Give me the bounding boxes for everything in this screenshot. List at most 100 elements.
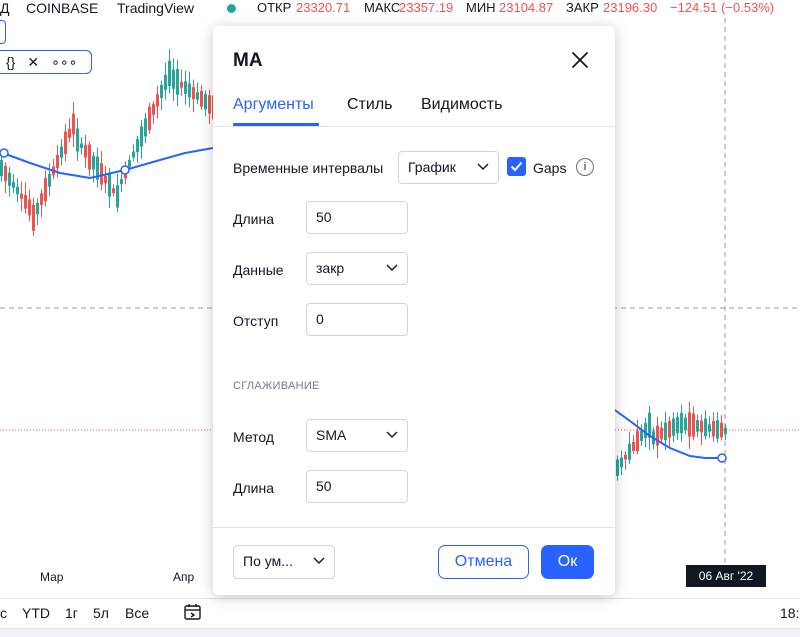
exchange-label[interactable]: COINBASE: [26, 0, 98, 16]
candle: [684, 417, 687, 430]
close-label: ЗАКР: [566, 0, 599, 15]
tab-arguments[interactable]: Аргументы: [233, 96, 314, 114]
clock-partial[interactable]: 18:: [780, 605, 799, 621]
candle: [20, 193, 23, 199]
source-select[interactable]: закр: [306, 252, 408, 285]
candle: [640, 430, 643, 441]
interval-label[interactable]: Д: [0, 0, 9, 16]
platform-label: TradingView: [117, 0, 195, 16]
candle: [656, 425, 659, 446]
candle: [72, 113, 75, 135]
timeframe-select[interactable]: График: [398, 151, 499, 184]
candle: [64, 131, 67, 154]
candle: [8, 172, 11, 186]
smooth-length-input[interactable]: 50: [306, 470, 408, 503]
candle: [120, 179, 123, 185]
ok-button[interactable]: Ок: [541, 545, 594, 579]
candle: [164, 74, 167, 90]
candle: [700, 420, 703, 433]
symbol-header: Д COINBASE TradingView ОТКР 23320.71 МАК…: [0, 0, 800, 18]
bottom-panel-strip: [0, 628, 800, 637]
method-select[interactable]: SMA: [306, 419, 408, 452]
candle: [716, 420, 719, 439]
ma-anchor-handle-mid[interactable]: [120, 165, 130, 175]
candle: [696, 420, 699, 432]
ma-line-left: [0, 147, 214, 180]
candle: [208, 95, 211, 114]
candle: [624, 454, 627, 460]
candle: [132, 151, 135, 158]
candle: [28, 199, 31, 216]
candle: [56, 155, 59, 169]
candle: [724, 427, 727, 434]
ma-anchor-handle-right[interactable]: [717, 453, 727, 463]
cancel-button[interactable]: Отмена: [438, 545, 529, 579]
low-label: МИН: [466, 0, 496, 15]
candle: [720, 422, 723, 438]
candle: [636, 431, 639, 452]
candle: [128, 160, 131, 168]
method-label: Метод: [233, 429, 275, 445]
change-value: −124.51 (−0.53%): [670, 0, 775, 15]
info-icon[interactable]: i: [576, 158, 594, 176]
length-input[interactable]: 50: [306, 201, 408, 234]
tab-style[interactable]: Стиль: [347, 96, 393, 114]
candle: [200, 91, 203, 107]
goto-date-icon[interactable]: [183, 603, 202, 625]
smooth-length-label: Длина: [233, 480, 274, 496]
candle: [80, 143, 83, 148]
range-all-button[interactable]: Все: [125, 605, 149, 621]
candle: [160, 84, 163, 99]
candles-left-group: [0, 48, 215, 237]
timeframe-label: Временные интервалы: [233, 160, 384, 176]
candle: [48, 173, 51, 187]
candle: [644, 423, 647, 438]
bottom-toolbar: с YTD 1г 5л Все 18:: [0, 598, 800, 626]
gaps-checkbox[interactable]: [507, 157, 526, 176]
candle: [668, 420, 671, 438]
chevron-down-icon: [386, 264, 398, 271]
code-icon[interactable]: {}: [0, 54, 21, 70]
candle: [108, 173, 111, 197]
x-axis-label-mar: Мар: [40, 570, 64, 584]
candle: [628, 443, 631, 460]
candle: [676, 416, 679, 434]
range-1y-button[interactable]: 1г: [65, 605, 78, 621]
candle: [180, 81, 183, 88]
candle: [192, 87, 195, 100]
candle: [100, 163, 103, 185]
remove-icon[interactable]: ✕: [21, 54, 45, 71]
check-icon: [510, 161, 523, 172]
candle: [704, 418, 707, 437]
candle: [40, 193, 43, 205]
candle: [672, 418, 675, 436]
candle: [112, 188, 115, 194]
candle: [12, 182, 15, 188]
defaults-select[interactable]: По ум...: [233, 545, 335, 579]
candle: [36, 202, 39, 215]
drawing-floating-toolbar: {} ✕ ∘∘∘: [0, 50, 92, 74]
range-partial-left[interactable]: с: [0, 605, 7, 621]
offset-input[interactable]: 0: [306, 303, 408, 336]
ma-anchor-handle-left[interactable]: [0, 148, 9, 158]
more-icon[interactable]: ∘∘∘: [45, 54, 83, 71]
toolbar-edge[interactable]: [0, 20, 6, 44]
crosshair-date-label: 06 Авг '22: [686, 565, 766, 587]
method-value: SMA: [316, 427, 347, 443]
source-value: закр: [316, 260, 345, 276]
candle: [116, 185, 119, 208]
tab-visibility[interactable]: Видимость: [421, 96, 502, 114]
range-ytd-button[interactable]: YTD: [22, 605, 50, 621]
range-5y-button[interactable]: 5л: [93, 605, 109, 621]
close-icon[interactable]: [568, 48, 592, 72]
smoothing-section-title: СГЛАЖИВАНИЕ: [233, 380, 320, 392]
candle: [68, 128, 71, 138]
length-label: Длина: [233, 211, 274, 227]
candle: [144, 118, 147, 137]
candle: [148, 106, 151, 131]
candle: [632, 441, 635, 451]
candle: [156, 94, 159, 107]
timeframe-value: График: [408, 159, 456, 175]
market-status-dot: [227, 4, 236, 13]
candle: [204, 94, 207, 110]
